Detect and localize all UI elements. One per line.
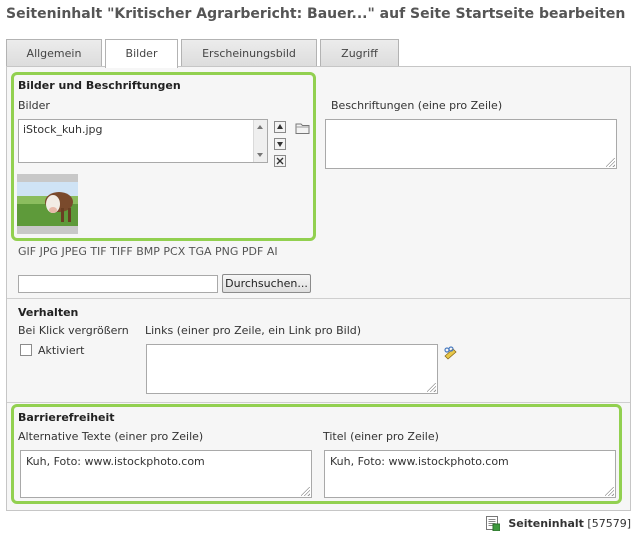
captions-label: Beschriftungen (eine pro Zeile) xyxy=(331,99,503,112)
cow-image xyxy=(17,174,78,234)
alt-text-textarea[interactable]: Kuh, Foto: www.istockphoto.com xyxy=(20,450,312,498)
links-label: Links (einer pro Zeile, ein Link pro Bil… xyxy=(145,324,362,337)
zoom-checkbox-label[interactable]: Aktiviert xyxy=(38,344,84,357)
title-value: Kuh, Foto: www.istockphoto.com xyxy=(330,455,509,468)
title-label: Titel (einer pro Zeile) xyxy=(323,430,439,443)
image-thumbnail[interactable] xyxy=(17,174,78,234)
remove-image-button[interactable] xyxy=(274,155,286,167)
accessibility-section-heading: Barrierefreiheit xyxy=(18,411,115,424)
link-wizard-icon xyxy=(444,346,457,360)
resize-grip-icon[interactable] xyxy=(427,383,436,392)
resize-grip-icon[interactable] xyxy=(301,487,310,496)
images-section: Bilder und Beschriftungen Bilder iStock_… xyxy=(7,67,630,299)
images-label: Bilder xyxy=(18,99,50,112)
behaviour-section: Verhalten Bei Klick vergrößern Aktiviert… xyxy=(7,299,630,402)
link-wizard-button[interactable] xyxy=(443,346,459,360)
resize-grip-icon[interactable] xyxy=(605,487,614,496)
tab-allgemein[interactable]: Allgemein xyxy=(6,39,102,67)
folder-button[interactable] xyxy=(295,122,311,135)
page-title: Seiteninhalt "Kritischer Agrarbericht: B… xyxy=(6,6,626,22)
image-file-item[interactable]: iStock_kuh.jpg xyxy=(23,123,103,136)
browse-button[interactable]: Durchsuchen... xyxy=(222,274,311,293)
record-id: [57579] xyxy=(587,517,631,530)
zoom-label: Bei Klick vergrößern xyxy=(18,324,129,337)
file-list-scrollbar[interactable] xyxy=(253,120,267,162)
accessibility-section: Barrierefreiheit Alternative Texte (eine… xyxy=(7,403,630,511)
content-record-icon xyxy=(486,516,501,532)
move-up-button[interactable] xyxy=(274,121,286,133)
tab-bilder[interactable]: Bilder xyxy=(105,39,178,68)
tab-panel-bilder: Bilder und Beschriftungen Bilder iStock_… xyxy=(6,66,631,511)
links-textarea[interactable] xyxy=(146,344,438,394)
arrow-down-icon xyxy=(277,142,283,147)
allowed-file-types: GIF JPG JPEG TIF TIFF BMP PCX TGA PNG PD… xyxy=(18,245,278,258)
record-label: Seiteninhalt [57579] xyxy=(508,517,631,530)
zoom-checkbox[interactable] xyxy=(20,344,32,356)
images-section-heading: Bilder und Beschriftungen xyxy=(18,79,181,92)
scroll-up-icon[interactable] xyxy=(257,125,263,129)
behaviour-section-heading: Verhalten xyxy=(18,306,79,319)
scroll-down-icon[interactable] xyxy=(257,153,263,157)
resize-grip-icon[interactable] xyxy=(606,158,615,167)
alt-text-label: Alternative Texte (einer pro Zeile) xyxy=(18,430,204,443)
title-textarea[interactable]: Kuh, Foto: www.istockphoto.com xyxy=(324,450,616,498)
file-upload-input[interactable] xyxy=(18,275,218,293)
tab-zugriff[interactable]: Zugriff xyxy=(320,39,399,67)
alt-text-value: Kuh, Foto: www.istockphoto.com xyxy=(26,455,205,468)
image-file-list[interactable]: iStock_kuh.jpg xyxy=(18,119,268,163)
move-down-button[interactable] xyxy=(274,138,286,150)
folder-icon xyxy=(295,123,310,134)
captions-textarea[interactable] xyxy=(325,119,617,169)
arrow-up-icon xyxy=(277,124,283,129)
tab-erscheinungsbild[interactable]: Erscheinungsbild xyxy=(181,39,317,67)
remove-icon xyxy=(276,157,284,165)
record-type: Seiteninhalt xyxy=(508,517,584,530)
